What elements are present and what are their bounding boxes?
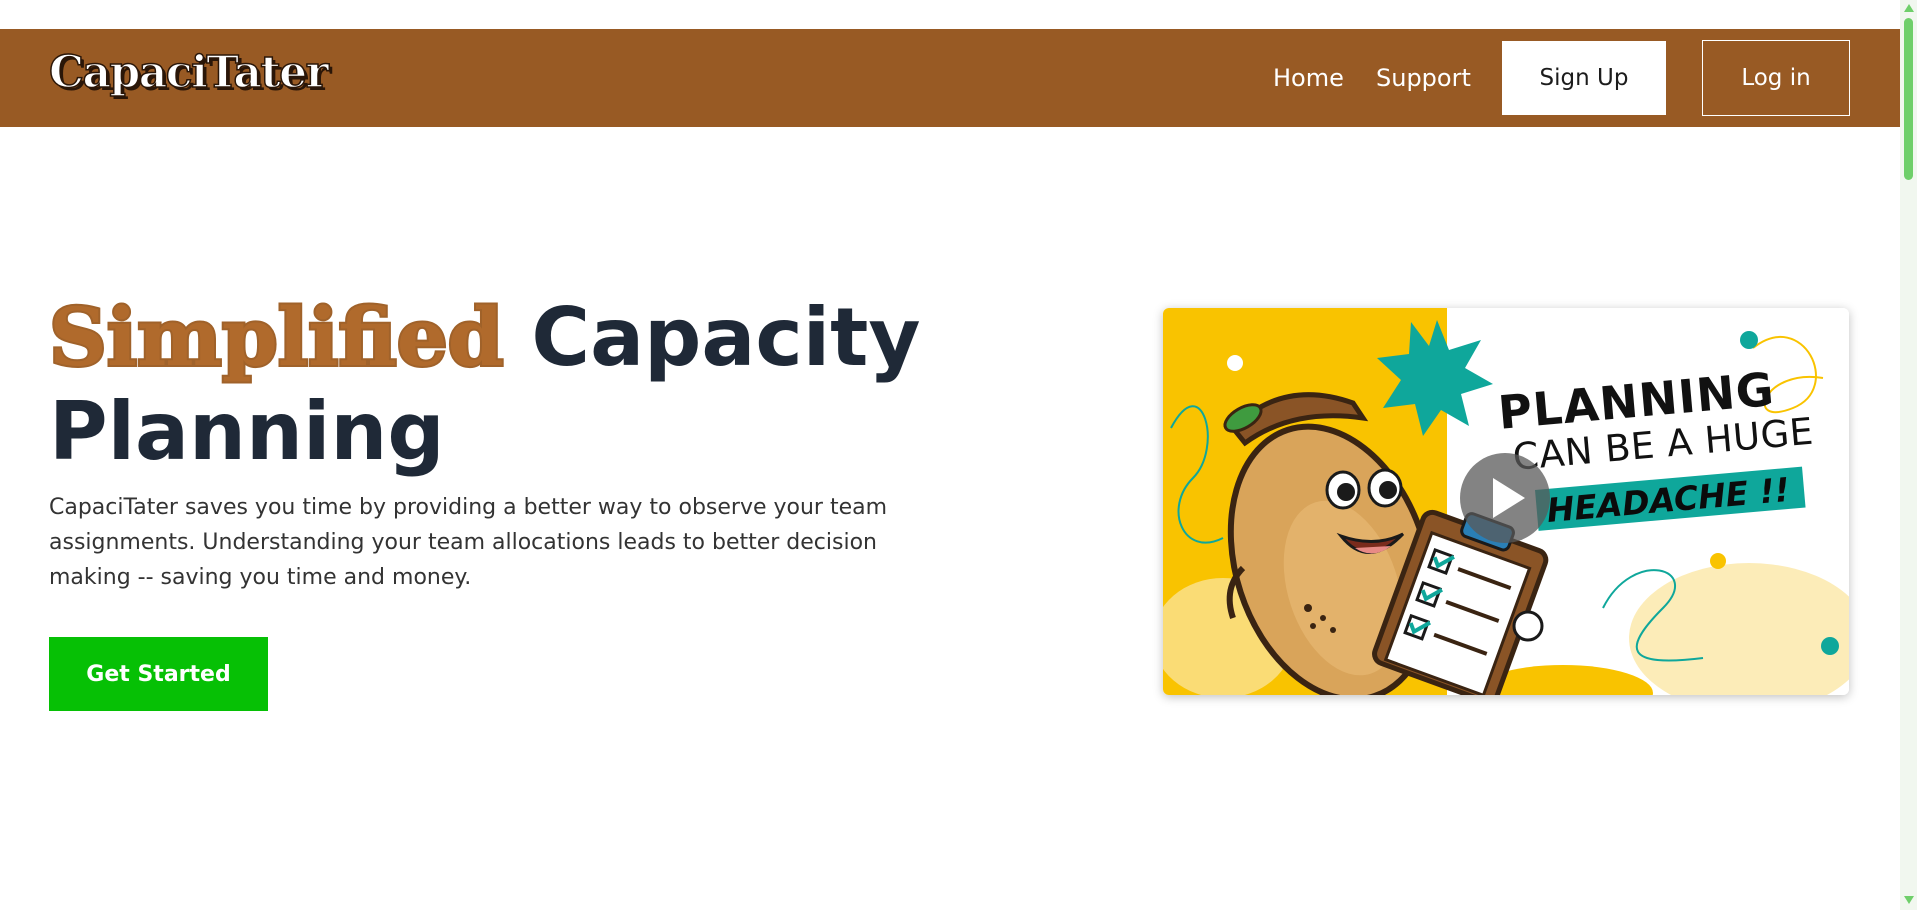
hero-heading-line2: Planning — [49, 385, 445, 478]
signup-button[interactable]: Sign Up — [1502, 41, 1666, 115]
nav-link-support[interactable]: Support — [1376, 64, 1471, 92]
scroll-up-arrow-icon[interactable] — [1904, 4, 1914, 12]
hero-heading: Simplified Capacity Planning — [47, 288, 949, 479]
scroll-down-arrow-icon[interactable] — [1904, 896, 1914, 904]
play-button[interactable] — [1460, 453, 1550, 543]
scrollbar-thumb[interactable] — [1904, 18, 1913, 180]
logo[interactable]: CapaciTater — [48, 47, 329, 97]
hero-heading-accent: Simplified — [47, 288, 506, 386]
nav-link-home[interactable]: Home — [1273, 64, 1344, 92]
play-icon — [1493, 478, 1525, 518]
top-navbar: CapaciTater Home Support Sign Up Log in — [0, 29, 1900, 127]
get-started-button[interactable]: Get Started — [49, 637, 268, 711]
video-thumbnail[interactable]: PLANNING CAN BE A HUGE HEADACHE !! — [1163, 308, 1849, 695]
vertical-scrollbar[interactable] — [1900, 0, 1917, 910]
login-button[interactable]: Log in — [1702, 40, 1850, 116]
page: CapaciTater Home Support Sign Up Log in … — [0, 0, 1917, 910]
hero-heading-rest: Capacity — [503, 291, 921, 384]
hero-description: CapaciTater saves you time by providing … — [49, 495, 888, 590]
